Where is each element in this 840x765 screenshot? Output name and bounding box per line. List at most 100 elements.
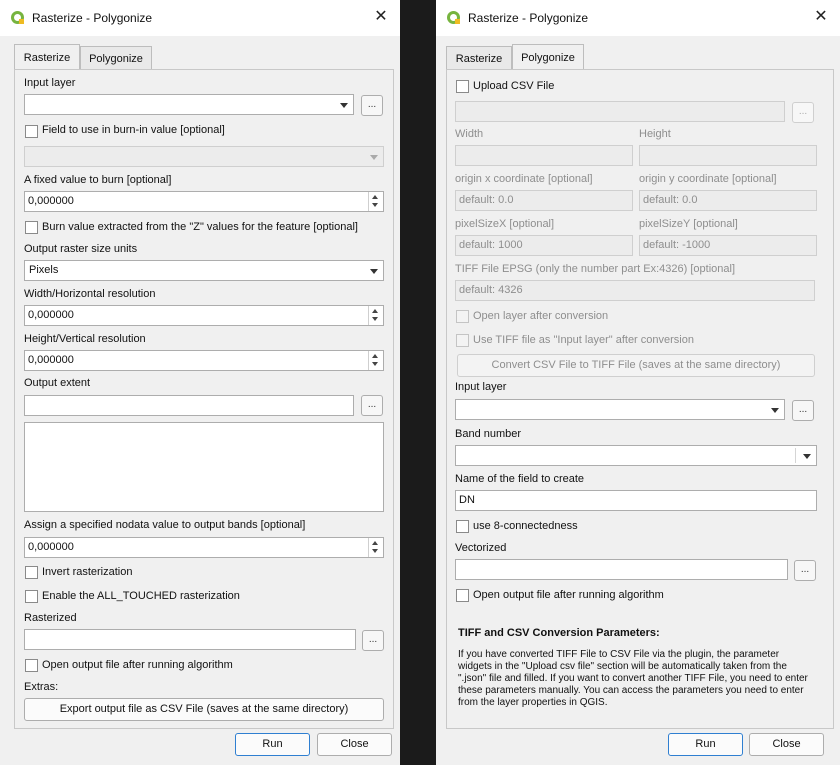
input-layer-combo[interactable] [24,94,354,115]
run-button[interactable]: Run [668,733,743,756]
export-csv-button[interactable]: Export output file as CSV File (saves at… [24,698,384,721]
rasterized-output-field[interactable] [24,629,356,650]
csv-path-field[interactable] [455,101,785,122]
input-layer-browse-button[interactable]: ... [792,400,814,421]
width-field[interactable] [455,145,633,166]
csv-browse-button[interactable]: ... [792,102,814,123]
qgis-logo-icon [447,11,460,24]
fixed-value-spinbox[interactable]: 0,000000 [24,191,384,212]
width-spinbox[interactable]: 0,000000 [24,305,384,326]
width-label: Width/Horizontal resolution [24,288,156,300]
rasterized-label: Rasterized [24,612,77,624]
band-number-label: Band number [455,428,522,440]
invert-checkbox[interactable] [25,566,38,579]
conversion-info-block: TIFF and CSV Conversion Parameters: If y… [458,627,814,709]
open-output-label: Open output file after running algorithm [42,659,233,671]
title-bar: Rasterize - Polygonize ✕ [0,0,400,36]
close-window-icon[interactable]: ✕ [810,6,832,28]
chevron-down-icon [370,155,378,160]
field-burn-checkbox[interactable] [25,125,38,138]
window-title: Rasterize - Polygonize [468,11,589,25]
open-output-checkbox[interactable] [25,659,38,672]
burn-z-checkbox[interactable] [25,221,38,234]
output-extent-label: Output extent [24,377,91,389]
extras-label: Extras: [24,681,59,693]
eight-connectedness-checkbox[interactable] [456,520,469,533]
field-name-label: Name of the field to create [455,473,585,485]
output-extent-field[interactable] [24,395,354,416]
output-units-label: Output raster size units [24,243,138,255]
upload-csv-label: Upload CSV File [473,80,555,92]
title-bar: Rasterize - Polygonize ✕ [436,0,840,36]
invert-label: Invert rasterization [42,566,133,578]
vectorized-label: Vectorized [455,542,507,554]
run-button[interactable]: Run [235,733,310,756]
close-button[interactable]: Close [317,733,392,756]
tab-polygonize[interactable]: Polygonize [80,46,152,70]
rasterize-dialog-window: Rasterize - Polygonize ✕ Rasterize Polyg… [0,0,400,765]
origin-x-label: origin x coordinate [optional] [455,173,593,185]
spin-arrows-icon[interactable] [368,538,383,557]
rasterized-browse-button[interactable]: ... [362,630,384,651]
field-name-input[interactable]: DN [455,490,817,511]
origin-y-field[interactable]: default: 0.0 [639,190,817,211]
input-layer-combo[interactable] [455,399,785,420]
origin-y-label: origin y coordinate [optional] [639,173,777,185]
pixel-size-y-field[interactable]: default: -1000 [639,235,817,256]
output-extent-browse-button[interactable]: ... [361,395,383,416]
pixel-size-x-label: pixelSizeX [optional] [455,218,555,230]
chevron-down-icon [340,103,348,108]
upload-csv-checkbox[interactable] [456,80,469,93]
field-burn-combo[interactable] [24,146,384,167]
convert-csv-button[interactable]: Convert CSV File to TIFF File (saves at … [457,354,815,377]
vectorized-browse-button[interactable]: ... [794,560,816,581]
fixed-value-label: A fixed value to burn [optional] [24,174,172,186]
nodata-label: Assign a specified nodata value to outpu… [24,519,306,531]
pixel-size-x-field[interactable]: default: 1000 [455,235,633,256]
all-touched-label: Enable the ALL_TOUCHED rasterization [42,590,240,602]
epsg-label: TIFF File EPSG (only the number part Ex:… [455,263,736,275]
close-button[interactable]: Close [749,733,824,756]
open-layer-label: Open layer after conversion [473,310,609,322]
chevron-down-icon [771,408,779,413]
height-spinbox[interactable]: 0,000000 [24,350,384,371]
tab-rasterize[interactable]: Rasterize [14,44,80,70]
band-number-combo[interactable] [455,445,817,466]
field-burn-label: Field to use in burn-in value [optional] [42,124,225,136]
spin-arrows-icon[interactable] [368,306,383,325]
info-title: TIFF and CSV Conversion Parameters: [458,627,660,639]
chevron-down-icon [370,269,378,274]
output-units-combo[interactable]: Pixels [24,260,384,281]
info-text: If you have converted TIFF File to CSV F… [458,649,808,708]
vectorized-output-field[interactable] [455,559,788,580]
burn-z-label: Burn value extracted from the "Z" values… [42,221,358,233]
tab-rasterize[interactable]: Rasterize [446,46,512,70]
tab-polygonize[interactable]: Polygonize [512,44,584,70]
epsg-field[interactable]: default: 4326 [455,280,815,301]
use-tiff-checkbox[interactable] [456,334,469,347]
all-touched-checkbox[interactable] [25,590,38,603]
height-label: Height [639,128,671,140]
height-label: Height/Vertical resolution [24,333,146,345]
spin-arrows-icon[interactable] [368,192,383,211]
pixel-size-y-label: pixelSizeY [optional] [639,218,738,230]
eight-connectedness-label: use 8-connectedness [473,520,578,532]
window-title: Rasterize - Polygonize [32,11,153,25]
use-tiff-label: Use TIFF file as "Input layer" after con… [473,334,694,346]
width-label: Width [455,128,484,140]
open-layer-checkbox[interactable] [456,310,469,323]
input-layer-label: Input layer [455,381,507,393]
extent-preview-box [24,422,384,512]
spin-arrows-icon[interactable] [368,351,383,370]
nodata-spinbox[interactable]: 0,000000 [24,537,384,558]
open-output-label: Open output file after running algorithm [473,589,664,601]
open-output-checkbox[interactable] [456,589,469,602]
input-layer-browse-button[interactable]: ... [361,95,383,116]
polygonize-dialog-window: Rasterize - Polygonize ✕ Rasterize Polyg… [436,0,840,765]
origin-x-field[interactable]: default: 0.0 [455,190,633,211]
qgis-logo-icon [11,11,24,24]
chevron-down-icon [803,454,811,459]
height-field[interactable] [639,145,817,166]
close-window-icon[interactable]: ✕ [370,6,392,28]
input-layer-label: Input layer [24,77,76,89]
